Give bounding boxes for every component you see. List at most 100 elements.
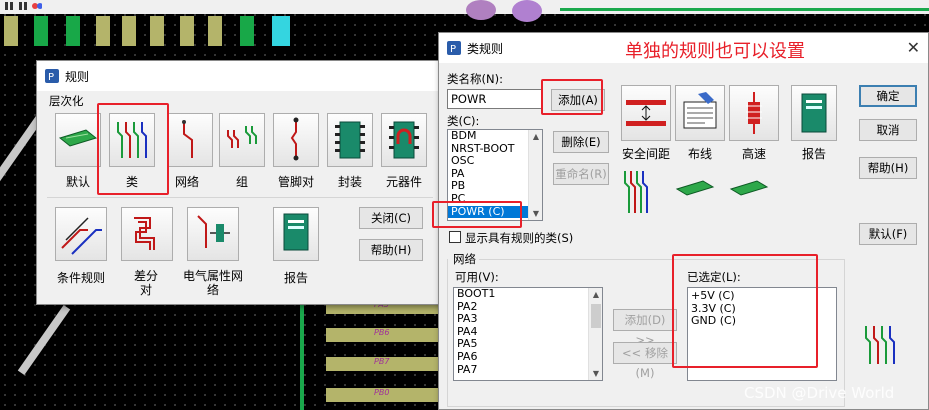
default-button[interactable]: 默认(F) [859, 223, 917, 245]
clearance-icon [626, 100, 666, 126]
svg-text:P: P [48, 72, 54, 83]
show-ruled-label: 显示具有规则的类(S) [465, 231, 574, 245]
help-button[interactable]: 帮助(H) [859, 157, 917, 179]
group-label: 组 [235, 175, 248, 189]
delete-class-button[interactable]: 删除(E) [553, 131, 609, 153]
pin-pair-label: 管脚对 [277, 175, 314, 189]
pin-pair-icon [290, 117, 299, 161]
selected-label: 已选定(L): [687, 270, 741, 284]
selected-net-item[interactable]: +5V (C) [688, 289, 836, 303]
electrical-net-icon [197, 215, 230, 248]
electrical-net-label: 电气属性网络 [182, 269, 243, 297]
pad-label: PB6 [374, 328, 390, 337]
show-ruled-checkbox[interactable] [449, 231, 461, 243]
class-rules-dialog: P 类规则 ✕ 单独的规则也可以设置 类名称(N): 添加(A) 类(C): B… [438, 32, 929, 410]
toolbar-strip [0, 0, 929, 14]
toolbar-tool-icon[interactable] [4, 1, 14, 11]
class-list[interactable]: BDM NRST-BOOT OSC PA PB PC POWR (C) ▲ ▼ [447, 129, 543, 221]
watermark: CSDN @Drive World [744, 384, 895, 402]
rules-dialog: P 规则 层次化 默认 类 网络 组 管脚对 封装 元器件 条件规则 差分对 电… [36, 60, 444, 305]
divider [47, 197, 433, 198]
rules-title-bar: P 规则 [37, 61, 443, 91]
class-report-label: 报告 [801, 147, 826, 161]
available-label: 可用(V): [455, 270, 499, 284]
selected-nets-list[interactable]: +5V (C) 3.3V (C) GND (C) [687, 287, 837, 381]
conditional-rule-icon [61, 217, 102, 255]
available-list-scrollbar[interactable]: ▲ ▼ [588, 288, 602, 380]
trace-art-icon [865, 326, 895, 364]
pcb-trace [300, 300, 304, 410]
decal-icon [335, 121, 365, 159]
selected-list-items: +5V (C) 3.3V (C) GND (C) [688, 288, 836, 328]
rules-title: 规则 [65, 70, 90, 84]
rules-report-label: 报告 [283, 271, 308, 285]
app-icon: P [447, 41, 461, 55]
rules-report-button[interactable] [273, 207, 319, 261]
high-speed-label: 高速 [741, 147, 766, 161]
class-label: 类 [125, 175, 138, 189]
scroll-down-icon[interactable]: ▼ [589, 367, 602, 380]
cancel-button[interactable]: 取消 [859, 119, 917, 141]
available-net-item[interactable]: BOOT1 [454, 288, 602, 301]
class-report-button[interactable] [791, 85, 837, 141]
conditional-rule-button[interactable] [55, 207, 107, 261]
available-net-item[interactable]: PA7 [454, 363, 602, 377]
annotation-text: 单独的规则也可以设置 [625, 41, 805, 62]
routing-icon [683, 92, 717, 129]
net-rule-button[interactable] [167, 113, 213, 167]
component-rule-button[interactable] [381, 113, 427, 167]
pcb-board-icon [58, 129, 98, 147]
available-net-item[interactable]: PA3 [454, 313, 602, 326]
diff-pair-rule-button[interactable] [121, 207, 173, 261]
class-traces-icon [117, 122, 147, 158]
clearance-button[interactable] [621, 85, 671, 141]
add-class-button[interactable]: 添加(A) [551, 89, 605, 111]
pcb-pad-row: PB7 [326, 357, 438, 371]
pad-label: PB7 [374, 357, 390, 366]
selected-net-item[interactable]: GND (C) [688, 315, 836, 328]
decal-rule-button[interactable] [327, 113, 373, 167]
class-name-input[interactable] [447, 89, 543, 109]
net-label: 网络 [174, 175, 199, 189]
available-net-item[interactable]: PA6 [454, 350, 602, 364]
group-icon [227, 126, 257, 148]
report-icon [283, 213, 309, 251]
ok-button[interactable]: 确定 [859, 85, 917, 107]
pcb-trace [560, 8, 929, 11]
scroll-up-icon[interactable]: ▲ [529, 130, 542, 143]
rename-class-button[interactable]: 重命名(R) [553, 163, 609, 185]
report-icon [801, 93, 827, 133]
pcb-pad [150, 16, 164, 46]
pcb-pad [34, 16, 48, 46]
class-rule-button[interactable] [109, 113, 155, 167]
default-rule-button[interactable] [55, 113, 101, 167]
toolbar-color-icon[interactable] [32, 1, 42, 11]
remove-net-button[interactable]: << 移除(M) [613, 342, 677, 380]
electrical-net-rule-button[interactable] [187, 207, 239, 261]
decal-label: 封装 [337, 175, 362, 189]
available-nets-list[interactable]: BOOT1 PA2 PA3 PA4 PA5 PA6 PA7 ▲ ▼ [453, 287, 603, 381]
class-list-scrollbar[interactable]: ▲ ▼ [528, 130, 542, 220]
svg-text:P: P [450, 44, 456, 55]
available-list-items: BOOT1 PA2 PA3 PA4 PA5 PA6 PA7 [454, 288, 602, 376]
hierarchy-label: 层次化 [49, 94, 84, 108]
component-icon [389, 121, 419, 159]
close-button[interactable]: 关闭(C) [359, 207, 423, 229]
toolbar-tool-icon[interactable] [18, 1, 28, 11]
scroll-up-icon[interactable]: ▲ [589, 288, 602, 301]
help-button[interactable]: 帮助(H) [359, 239, 423, 261]
close-icon[interactable]: ✕ [907, 38, 920, 57]
routing-label: 布线 [687, 147, 712, 161]
conditional-rule-label: 条件规则 [56, 271, 105, 285]
class-label: 类(C): [447, 114, 480, 128]
scroll-down-icon[interactable]: ▼ [529, 207, 542, 220]
group-rule-button[interactable] [219, 113, 265, 167]
pcb-pad [180, 16, 194, 46]
pcb-pad [4, 16, 18, 46]
routing-button[interactable] [675, 85, 725, 141]
high-speed-button[interactable] [729, 85, 779, 141]
scroll-thumb[interactable] [591, 304, 601, 328]
pad-label: PB0 [374, 388, 390, 397]
pin-pair-rule-button[interactable] [273, 113, 319, 167]
add-net-button[interactable]: 添加(D) >> [613, 309, 677, 347]
